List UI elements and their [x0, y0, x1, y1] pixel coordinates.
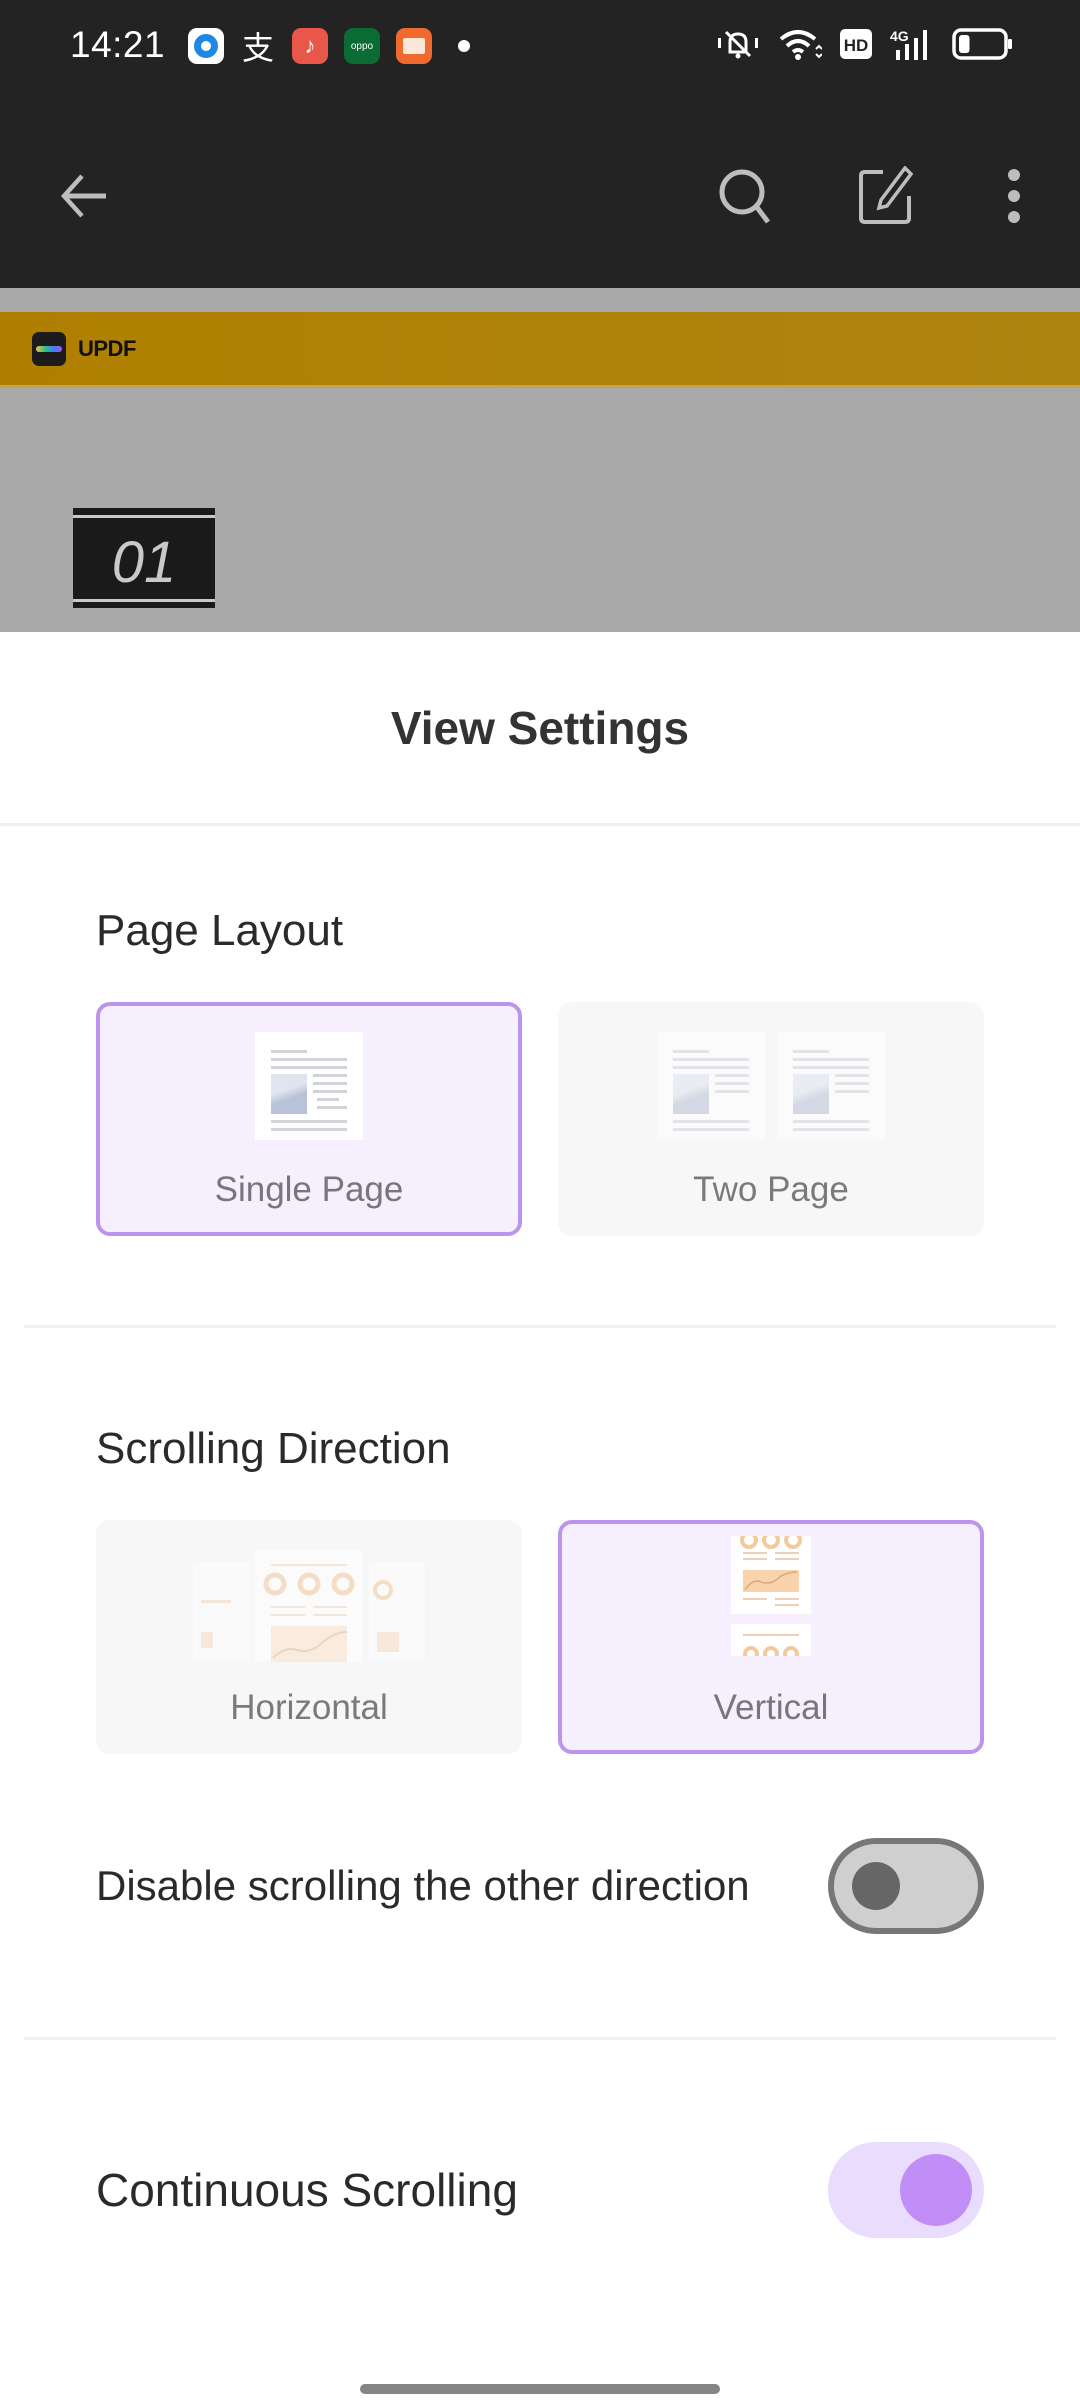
signal-4g-icon: 4G: [890, 28, 927, 60]
back-button[interactable]: [48, 160, 120, 232]
horizontal-option[interactable]: Horizontal: [96, 1520, 522, 1754]
horizontal-scroll-illustration: [100, 1550, 518, 1662]
svg-text:4G: 4G: [890, 28, 909, 44]
page-layout-title: Page Layout: [96, 906, 344, 955]
browser-app-icon: [188, 28, 224, 64]
notification-icons: 支 ♪ oppo: [188, 28, 470, 67]
updf-logo-text: UPDF: [78, 336, 136, 361]
svg-text:HD: HD: [844, 36, 869, 55]
horizontal-label: Horizontal: [230, 1688, 388, 1727]
document-preview[interactable]: UPDF 01: [0, 288, 1080, 632]
horizontal-pages-icon: [193, 1550, 425, 1662]
scrolling-direction-title: Scrolling Direction: [96, 1424, 451, 1473]
hd-icon: HD: [840, 29, 872, 59]
more-notifications-dot-icon: [458, 40, 470, 52]
wifi-icon: [779, 30, 822, 60]
disable-other-direction-label: Disable scrolling the other direction: [96, 1862, 750, 1909]
toggle-knob: [852, 1862, 900, 1910]
continuous-scrolling-row: Continuous Scrolling: [96, 2142, 984, 2238]
vertical-pages-icon: [731, 1536, 811, 1656]
oppo-app-icon: oppo: [344, 28, 380, 64]
search-button[interactable]: [710, 160, 782, 232]
section-divider: [24, 2037, 1056, 2040]
page-thumbnail-icon: [777, 1032, 885, 1140]
section-divider: [24, 1325, 1056, 1328]
two-page-illustration: [562, 1032, 980, 1144]
status-bar: 14:21 支 ♪ oppo HD 4G: [0, 0, 1080, 100]
edit-button[interactable]: [851, 160, 923, 232]
vertical-option[interactable]: Vertical: [558, 1520, 984, 1754]
two-page-label: Two Page: [693, 1170, 849, 1209]
vertical-label: Vertical: [713, 1688, 829, 1727]
continuous-scrolling-label: Continuous Scrolling: [96, 2164, 518, 2216]
two-page-option[interactable]: Two Page: [558, 1002, 984, 1236]
vibrate-silent-icon: [718, 30, 758, 59]
single-page-option[interactable]: Single Page: [96, 1002, 522, 1236]
chapter-badge: 01: [73, 508, 215, 608]
single-page-illustration: [100, 1032, 518, 1144]
vertical-scroll-illustration: [562, 1536, 980, 1656]
alipay-icon: 支: [241, 29, 274, 67]
more-options-button[interactable]: [978, 160, 1050, 232]
document-banner: UPDF: [0, 312, 1080, 388]
toggle-knob: [900, 2154, 972, 2226]
back-arrow-icon: [60, 174, 106, 218]
home-indicator[interactable]: [360, 2384, 720, 2394]
sheet-header: View Settings: [0, 632, 1080, 826]
more-vertical-icon: [1008, 169, 1020, 223]
app-toolbar: [0, 100, 1080, 288]
system-icons: HD 4G: [716, 26, 1014, 62]
status-time: 14:21: [70, 24, 166, 65]
page-thumbnail-icon: [255, 1032, 363, 1140]
battery-fill: [959, 35, 970, 53]
edit-icon: [859, 166, 914, 224]
disable-other-direction-row: Disable scrolling the other direction: [96, 1838, 984, 1934]
updf-logo: UPDF: [32, 332, 136, 366]
continuous-scrolling-toggle[interactable]: [828, 2142, 984, 2238]
sheet-title: View Settings: [390, 701, 690, 754]
chapter-number: 01: [111, 530, 177, 595]
page-thumbnail-icon: [657, 1032, 765, 1140]
updf-logo-icon: [32, 332, 66, 366]
music-app-icon: ♪: [292, 28, 328, 64]
disable-other-direction-toggle[interactable]: [828, 1838, 984, 1934]
battery-icon: [952, 28, 1012, 60]
search-icon: [719, 169, 770, 224]
view-settings-sheet: View Settings Page Layout Single Page Tw…: [0, 632, 1080, 2400]
single-page-label: Single Page: [214, 1170, 404, 1209]
books-app-icon: [396, 28, 432, 64]
